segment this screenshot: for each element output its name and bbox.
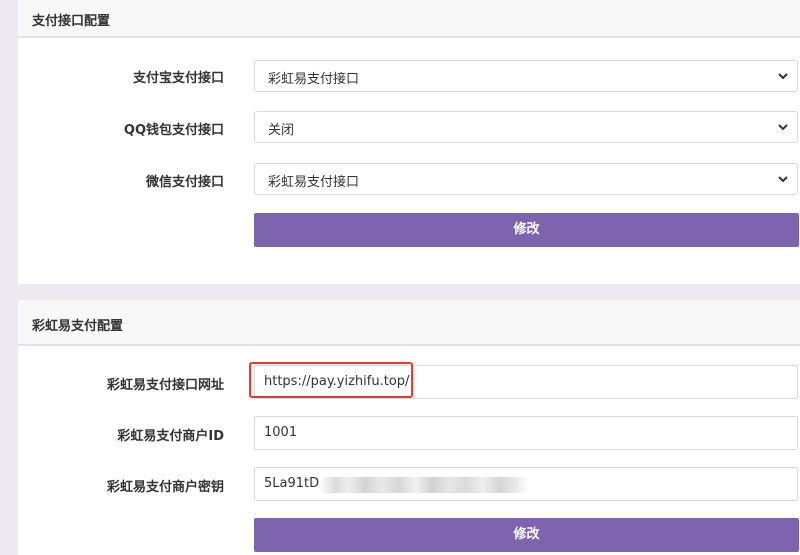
gateway-url-label: 彩虹易支付接口网址 [106,378,224,393]
url-highlight-annotation [249,362,413,398]
select-value: 关闭 [268,123,295,138]
merchant-key-label: 彩虹易支付商户密钥 [106,480,224,495]
chevron-down-icon [778,176,788,183]
page: 支付接口配置 支付宝支付接口 彩虹易支付接口 QQ钱包支付接口 关闭 微信支付接… [0,0,800,555]
qq-wallet-interface-select[interactable]: 关闭 [254,111,798,143]
qq-wallet-interface-label: QQ钱包支付接口 [123,123,224,138]
select-value: 彩虹易支付接口 [268,175,360,190]
merchant-id-input[interactable]: 1001 [254,416,798,450]
panel-header: 彩虹易支付配置 [18,300,800,346]
input-value: 5La91tD [264,476,320,491]
panel-title: 彩虹易支付配置 [32,319,124,334]
panel-divider [18,284,800,300]
panel-title: 支付接口配置 [32,14,111,29]
input-value: 1001 [264,425,298,440]
left-gutter [0,0,18,555]
select-value: 彩虹易支付接口 [268,72,360,87]
chevron-down-icon [778,73,788,80]
merchant-id-label: 彩虹易支付商户ID [117,429,224,444]
wechat-interface-label: 微信支付接口 [145,175,224,190]
redacted-key-mask [319,477,529,493]
submit-button[interactable]: 修改 [254,518,799,552]
submit-button[interactable]: 修改 [254,213,799,247]
wechat-interface-select[interactable]: 彩虹易支付接口 [254,163,798,195]
panel-header: 支付接口配置 [18,0,800,38]
alipay-interface-label: 支付宝支付接口 [132,71,224,86]
alipay-interface-select[interactable]: 彩虹易支付接口 [254,60,798,92]
chevron-down-icon [778,124,788,131]
